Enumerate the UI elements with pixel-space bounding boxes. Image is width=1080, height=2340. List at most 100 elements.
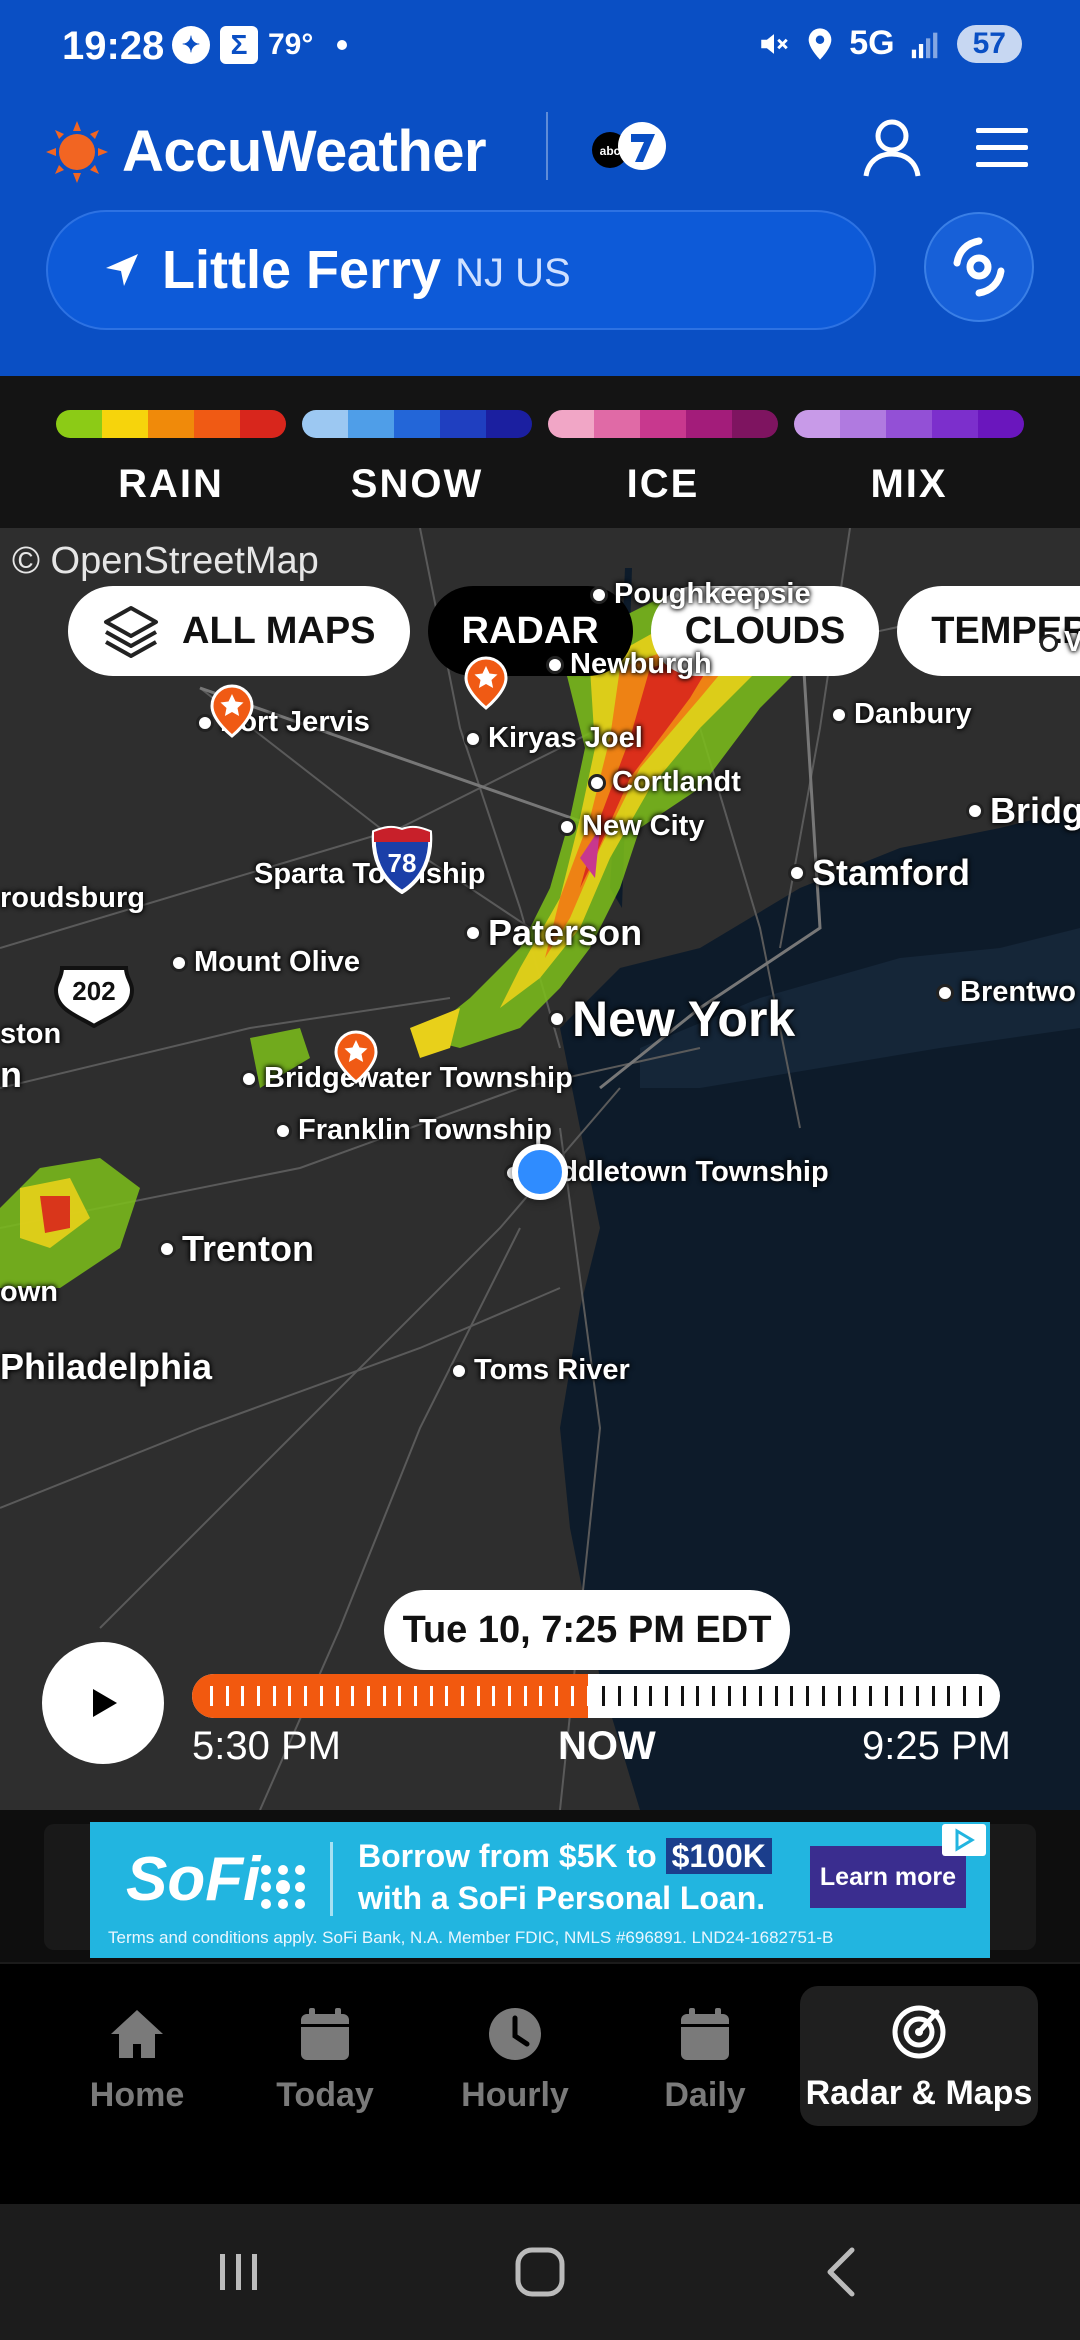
accuweather-logo[interactable]: AccuWeather — [44, 118, 487, 185]
timeline-tick — [884, 1686, 888, 1706]
app-name: AccuWeather — [122, 119, 487, 184]
notification-icons: ✦ Σ 79° — [172, 26, 348, 64]
timeline-start-label: 5:30 PM — [192, 1724, 341, 1768]
city-name: Paterson — [488, 912, 643, 953]
timeline-tick — [696, 1686, 700, 1706]
legend-ice-bar — [548, 410, 778, 438]
city-name: Newburgh — [570, 648, 712, 680]
timeline-tick — [633, 1686, 637, 1706]
timeline-tick — [743, 1686, 747, 1706]
home-button-icon[interactable] — [510, 2244, 570, 2300]
city-name: roudsburg — [0, 882, 145, 914]
battery-indicator: 57 — [956, 24, 1022, 63]
timeline-tick — [680, 1686, 684, 1706]
sofi-ad-banner[interactable]: SoFi Borrow from $5K to $100K with a SoF… — [90, 1822, 990, 1958]
calendar-icon — [301, 2008, 349, 2060]
city-label[interactable]: Franklin Township — [274, 1114, 552, 1147]
timeline-tick — [335, 1686, 339, 1706]
timeline-tick — [366, 1686, 370, 1706]
city-label[interactable]: Poughkeepsie — [590, 578, 811, 611]
location-icon — [808, 27, 832, 60]
city-label[interactable]: Paterson — [464, 912, 642, 954]
city-label[interactable]: Toms River — [450, 1354, 630, 1387]
timeline-tick — [602, 1686, 606, 1706]
nav-hourly[interactable]: Hourly — [420, 2004, 610, 2115]
ad-subheadline: with a SoFi Personal Loan. — [358, 1880, 766, 1916]
nav-home[interactable]: Home — [42, 2004, 232, 2115]
tab-label: CLOUDS — [684, 609, 846, 652]
timeline-tick — [257, 1686, 261, 1706]
clock-icon — [489, 2008, 541, 2060]
city-label[interactable]: Mount Olive — [170, 946, 360, 979]
timeline-tick — [476, 1686, 480, 1706]
legend-ice: ICE — [548, 410, 778, 507]
city-name: Brentwo — [960, 976, 1076, 1008]
tab-all-maps[interactable]: ALL MAPS — [68, 586, 410, 676]
city-label[interactable]: New City — [558, 810, 704, 843]
city-label[interactable]: V — [1040, 626, 1080, 659]
city-name: New York — [572, 991, 796, 1047]
interstate-shield-icon: 78 — [371, 825, 433, 894]
city-label[interactable]: Newburgh — [546, 648, 712, 681]
timeline-tick — [853, 1686, 857, 1706]
city-label[interactable]: Cortlandt — [588, 766, 741, 799]
timeline-tick — [382, 1686, 386, 1706]
timeline-tick — [931, 1686, 935, 1706]
legend-rain-bar — [56, 410, 286, 438]
city-name: Cortlandt — [612, 766, 741, 798]
timeline-tick — [288, 1686, 292, 1706]
back-icon[interactable] — [812, 2244, 872, 2300]
timeline-tick — [429, 1686, 433, 1706]
menu-icon[interactable] — [972, 120, 1032, 176]
hurricane-button[interactable] — [924, 212, 1034, 322]
recent-apps-icon[interactable] — [208, 2244, 268, 2300]
city-name: New City — [582, 810, 705, 842]
storm-report-pin-icon[interactable] — [210, 684, 254, 738]
city-label[interactable]: Philadelphia — [0, 1346, 212, 1388]
radar-map[interactable]: © OpenStreetMap ALL MAPS RADAR CLOUDS TE… — [0, 528, 1080, 1810]
legend-label: SNOW — [350, 462, 484, 506]
city-label[interactable]: Kiryas Joel — [464, 722, 643, 755]
messenger-icon: ✦ — [172, 26, 210, 64]
home-icon — [111, 2010, 163, 2058]
timeline-tick — [586, 1686, 590, 1706]
network-type: 5G — [849, 24, 895, 62]
account-icon[interactable] — [858, 114, 926, 182]
city-label[interactable]: Stamford — [788, 852, 970, 894]
city-name: Stamford — [812, 852, 971, 893]
legend-mix: MIX — [794, 410, 1024, 507]
city-label[interactable]: Bridgewater Township — [240, 1062, 573, 1095]
city-label[interactable]: roudsburg — [0, 882, 145, 915]
nav-label: Home — [89, 2076, 185, 2114]
nav-label: Daily — [664, 2076, 746, 2114]
ad-choices-icon[interactable] — [942, 1824, 986, 1856]
city-label[interactable]: Brentwo — [936, 976, 1076, 1009]
nav-today[interactable]: Today — [230, 2004, 420, 2115]
city-name: Kiryas Joel — [488, 722, 643, 754]
mute-icon — [761, 33, 789, 54]
legend-label: ICE — [626, 462, 700, 506]
city-label[interactable]: Danbury — [830, 698, 972, 731]
storm-report-pin-icon[interactable] — [464, 656, 508, 710]
city-label[interactable]: Trenton — [158, 1228, 314, 1270]
city-name: Toms River — [474, 1354, 630, 1386]
timeline-slider[interactable] — [192, 1674, 1000, 1718]
city-name: Trenton — [182, 1228, 314, 1269]
storm-report-pin-icon[interactable] — [334, 1030, 378, 1084]
city-label[interactable]: own — [0, 1276, 58, 1309]
timeline-tick — [492, 1686, 496, 1706]
ad-headline: Borrow from $5K to $100K — [358, 1838, 772, 1875]
svg-text:abc: abc — [600, 144, 621, 158]
nav-radar-maps[interactable]: Radar & Maps — [800, 1986, 1038, 2126]
city-name: own — [0, 1276, 58, 1308]
city-label[interactable]: Bridg — [966, 790, 1080, 832]
city-label[interactable]: New York — [548, 990, 795, 1048]
precipitation-legend: RAIN SNOW ICE MIX — [0, 376, 1080, 528]
calendar-icon — [681, 2008, 729, 2060]
city-label[interactable]: ston — [0, 1018, 61, 1051]
location-search-bar[interactable]: Little Ferry NJ US — [46, 210, 876, 330]
nav-daily[interactable]: Daily — [610, 2004, 800, 2115]
city-label[interactable]: n — [0, 1054, 22, 1096]
timeline-tick — [570, 1686, 574, 1706]
play-button[interactable] — [42, 1642, 164, 1764]
